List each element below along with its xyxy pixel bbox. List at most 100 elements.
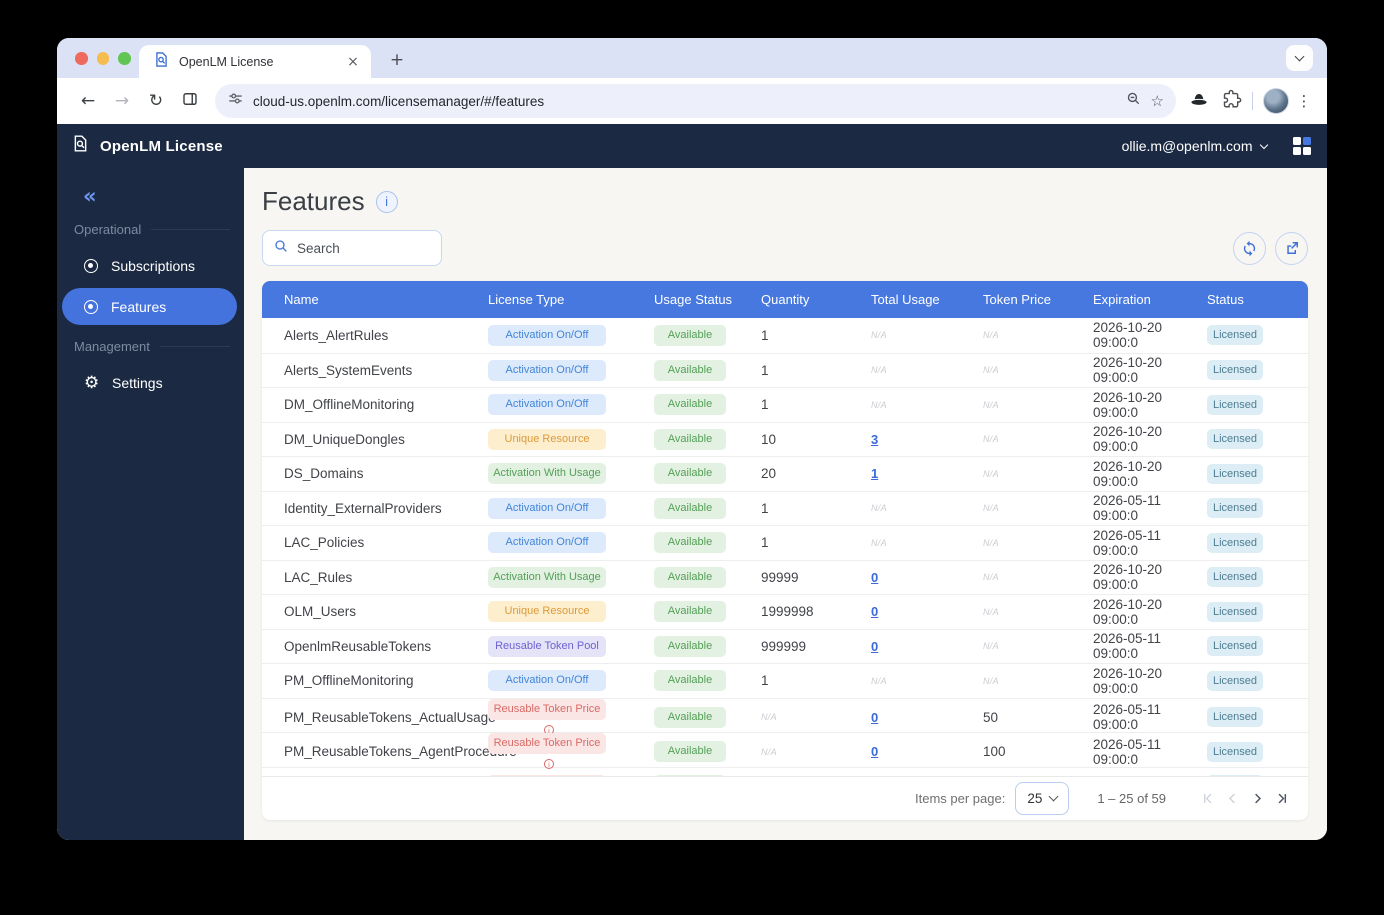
table-row[interactable]: OLM_Users Unique Resource Available 1999… [262,594,1308,629]
forward-button[interactable]: → [107,91,137,111]
maximize-window-button[interactable] [118,52,131,65]
table-row[interactable]: OpenlmReusableTokens Reusable Token Pool… [262,628,1308,663]
sidebar-collapse-button[interactable]: « [83,184,244,208]
table-row[interactable]: DS_Domains Activation With Usage Availab… [262,456,1308,491]
table-row[interactable]: LAC_Rules Activation With Usage Availabl… [262,559,1308,594]
status-cell: Licensed [1207,601,1294,622]
col-header-license-type[interactable]: License Type [488,292,654,307]
table-row[interactable]: LAC_Policies Activation On/Off Available… [262,525,1308,560]
col-header-name[interactable]: Name [284,292,488,307]
quantity-cell: 1 [761,535,769,551]
browser-menu-icon[interactable]: ⋮ [1293,92,1315,110]
table-row[interactable]: Alerts_SystemEvents Activation On/Off Av… [262,352,1308,387]
col-header-expiration[interactable]: Expiration [1093,292,1207,307]
user-email-menu[interactable]: ollie.m@openlm.com [1122,138,1253,154]
col-header-usage-status[interactable]: Usage Status [654,292,761,307]
col-header-quantity[interactable]: Quantity [761,292,871,307]
license-type-badge: Reusable Token Pricei [488,774,606,776]
total-usage-link[interactable]: 3 [871,432,878,447]
total-usage-cell: 3 [871,432,983,447]
minimize-window-button[interactable] [96,52,109,65]
chevron-down-icon [1259,140,1268,150]
chevron-down-icon [1294,51,1305,62]
pagination-bar: Items per page: 25 1 – 25 of 59 [262,775,1308,820]
status-badge: Licensed [1207,394,1263,415]
previous-page-button[interactable] [1225,791,1240,806]
quantity-cell: 99999 [761,569,799,585]
table-row[interactable]: Reusable Token Pricei Available Licensed [262,766,1308,776]
refresh-button[interactable] [1233,231,1266,265]
status-badge: Licensed [1207,429,1263,450]
token-price-cell: 50 [983,709,999,725]
reload-button[interactable]: ↻ [141,91,171,111]
url-bar[interactable]: cloud-us.openlm.com/licensemanager/#/fea… [215,84,1176,118]
usage-status-cell: Available [654,601,761,623]
last-page-button[interactable] [1275,791,1290,806]
tab-search-chevron-button[interactable] [1286,45,1313,71]
sidebar-item-subscriptions[interactable]: Subscriptions [62,247,237,284]
feature-name-cell: Identity_ExternalProviders [284,500,442,516]
export-button[interactable] [1275,231,1308,265]
status-cell: Licensed [1207,636,1294,657]
close-window-button[interactable] [75,52,88,65]
status-badge: Licensed [1207,601,1263,622]
status-badge: Licensed [1207,463,1263,484]
table-row[interactable]: DM_OfflineMonitoring Activation On/Off A… [262,387,1308,422]
table-row[interactable]: PM_ReusableTokens_ActualUsage Reusable T… [262,697,1308,735]
search-input[interactable] [297,240,417,256]
license-type-badge: Unique Resource [488,428,606,450]
usage-status-badge: Available [654,601,726,623]
side-panel-icon[interactable] [175,90,205,113]
col-header-total-usage[interactable]: Total Usage [871,292,983,307]
table-row[interactable]: PM_ReusableTokens_AgentProcedure Reusabl… [262,732,1308,769]
table-row[interactable]: Alerts_AlertRules Activation On/Off Avai… [262,318,1308,353]
total-usage-link[interactable]: 0 [871,710,878,725]
license-type-cell: Activation With Usage [488,463,654,485]
back-button[interactable]: ← [73,91,103,111]
app-switcher-grid-icon[interactable] [1292,136,1311,156]
feature-name-cell: OLM_Users [284,604,357,620]
items-per-page-select[interactable]: 25 [1015,781,1070,815]
total-usage-link[interactable]: 0 [871,570,878,585]
license-type-cell: Activation On/Off [488,324,654,346]
info-icon[interactable]: i [375,190,398,213]
license-type-badge: Activation With Usage [488,566,606,588]
expiration-cell: 2026-05-11 09:00:0 [1093,527,1162,558]
bookmark-star-icon[interactable]: ☆ [1151,92,1164,110]
status-cell: Licensed [1207,532,1294,553]
total-usage-link[interactable]: 0 [871,744,878,759]
browser-tab[interactable]: OpenLM License × [139,45,371,78]
feature-name-cell: Alerts_SystemEvents [284,362,413,378]
url-text[interactable]: cloud-us.openlm.com/licensemanager/#/fea… [253,94,1116,109]
status-cell: Licensed [1207,463,1294,484]
total-usage-cell: N/A [871,365,887,376]
sidebar-item-settings[interactable]: ⚙ Settings [62,364,237,401]
items-per-page-value: 25 [1027,790,1043,806]
first-page-button[interactable] [1200,791,1215,806]
next-page-button[interactable] [1250,791,1265,806]
table-row[interactable]: Identity_ExternalProviders Activation On… [262,490,1308,525]
extension-hat-icon[interactable] [1188,88,1210,115]
total-usage-link[interactable]: 0 [871,604,878,619]
site-settings-tune-icon[interactable] [227,90,244,112]
usage-status-cell: Available [654,741,761,762]
usage-status-badge: Available [654,497,726,519]
sidebar-item-features[interactable]: Features [62,288,237,325]
col-header-token-price[interactable]: Token Price [983,292,1093,307]
usage-status-badge: Available [654,566,726,588]
search-icon [273,238,289,259]
tab-close-icon[interactable]: × [345,54,361,70]
status-badge: Licensed [1207,325,1263,346]
total-usage-link[interactable]: 1 [871,466,878,481]
new-tab-button[interactable]: + [385,48,409,72]
table-row[interactable]: PM_OfflineMonitoring Activation On/Off A… [262,663,1308,698]
total-usage-cell: N/A [871,675,887,686]
total-usage-link[interactable]: 0 [871,639,878,654]
feature-name-cell: LAC_Rules [284,569,353,585]
col-header-status[interactable]: Status [1207,292,1294,307]
search-box[interactable] [262,230,442,266]
zoom-out-icon[interactable] [1125,90,1142,112]
table-row[interactable]: DM_UniqueDongles Unique Resource Availab… [262,421,1308,456]
profile-avatar[interactable] [1263,88,1289,114]
extensions-puzzle-icon[interactable] [1222,89,1242,114]
